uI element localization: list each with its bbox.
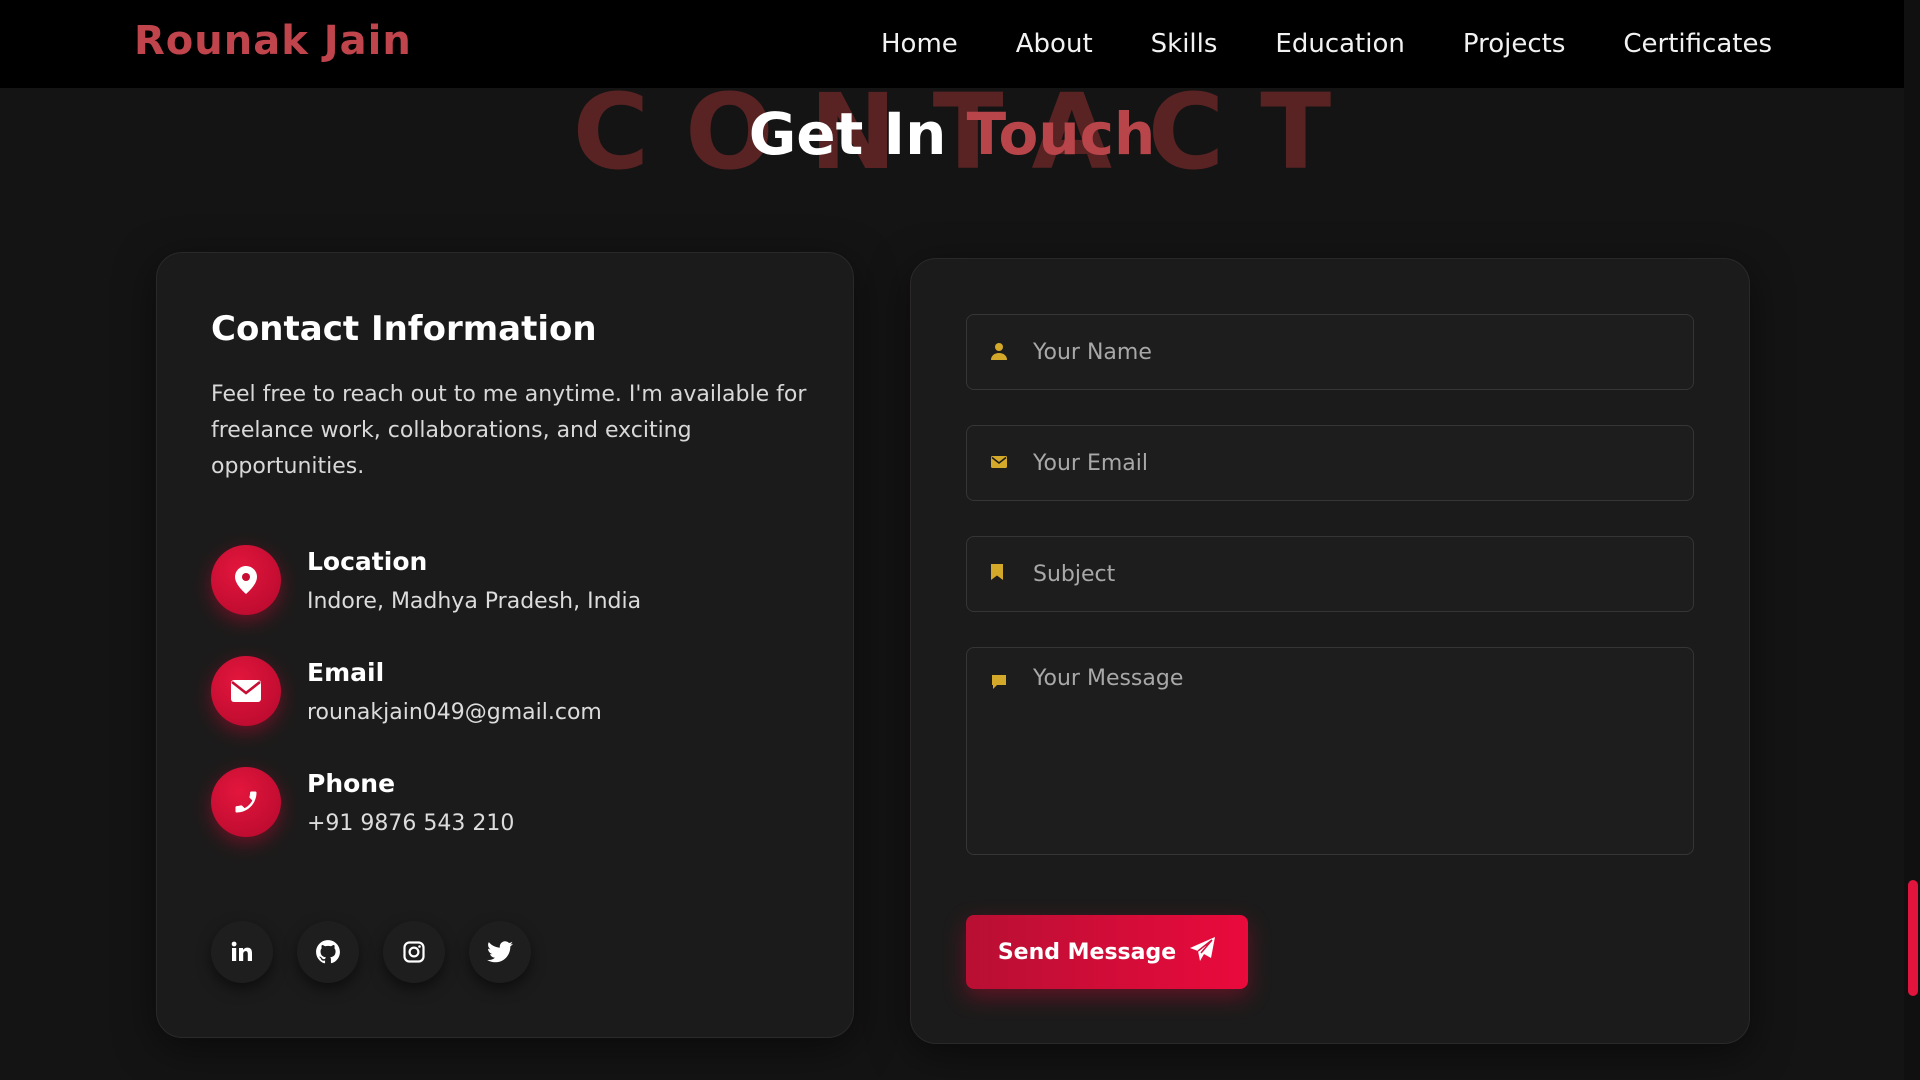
location-value: Indore, Madhya Pradesh, India [307,589,642,614]
phone-icon [211,767,281,837]
nav-link-projects[interactable]: Projects [1463,29,1566,59]
nav-links: Home About Skills Education Projects Cer… [881,0,1772,88]
subject-input[interactable] [1033,537,1673,611]
contact-info-description: Feel free to reach out to me anytime. I'… [211,382,807,479]
send-message-button[interactable]: Send Message [966,915,1248,989]
linkedin-icon[interactable] [211,921,273,983]
bookmark-icon [991,564,1009,584]
email-value[interactable]: rounakjain049@gmail.com [307,700,602,725]
section-title-main: Get In [748,100,947,168]
message-field [966,647,1694,855]
contact-item-location: Location Indore, Madhya Pradesh, India [211,545,811,619]
nav-link-education[interactable]: Education [1275,29,1404,59]
scrollbar-thumb[interactable] [1908,880,1918,996]
envelope-icon [211,656,281,726]
instagram-icon[interactable] [383,921,445,983]
top-navbar: Rounak Jain Home About Skills Education … [0,0,1904,88]
name-input[interactable] [1033,315,1673,389]
github-icon[interactable] [297,921,359,983]
contact-info-title: Contact Information [211,309,597,349]
twitter-icon[interactable] [469,921,531,983]
user-icon [991,342,1009,362]
paper-plane-icon [1190,937,1216,967]
contact-item-phone: Phone +91 9876 543 210 [211,767,811,841]
nav-link-about[interactable]: About [1016,29,1093,59]
phone-value[interactable]: +91 9876 543 210 [307,811,514,836]
subject-field [966,536,1694,612]
scrollbar-track[interactable] [1904,0,1920,1080]
email-input[interactable] [1033,426,1673,500]
envelope-icon [991,453,1009,473]
brand-logo[interactable]: Rounak Jain [134,18,412,64]
nav-link-certificates[interactable]: Certificates [1623,29,1772,59]
comment-icon [991,674,1009,694]
section-title: Get In Touch [0,100,1904,168]
send-message-label: Send Message [997,939,1177,965]
contact-info-card: Contact Information Feel free to reach o… [156,252,854,1038]
phone-label: Phone [307,769,396,798]
email-field [966,425,1694,501]
section-title-accent: Touch [966,100,1156,168]
map-pin-icon [211,545,281,615]
message-textarea[interactable] [1033,666,1673,846]
contact-item-email: Email rounakjain049@gmail.com [211,656,811,730]
contact-form-card: Send Message [910,258,1750,1044]
nav-link-home[interactable]: Home [881,29,958,59]
nav-link-skills[interactable]: Skills [1151,29,1218,59]
email-label: Email [307,658,385,687]
name-field [966,314,1694,390]
location-label: Location [307,547,428,576]
social-links [211,921,531,983]
